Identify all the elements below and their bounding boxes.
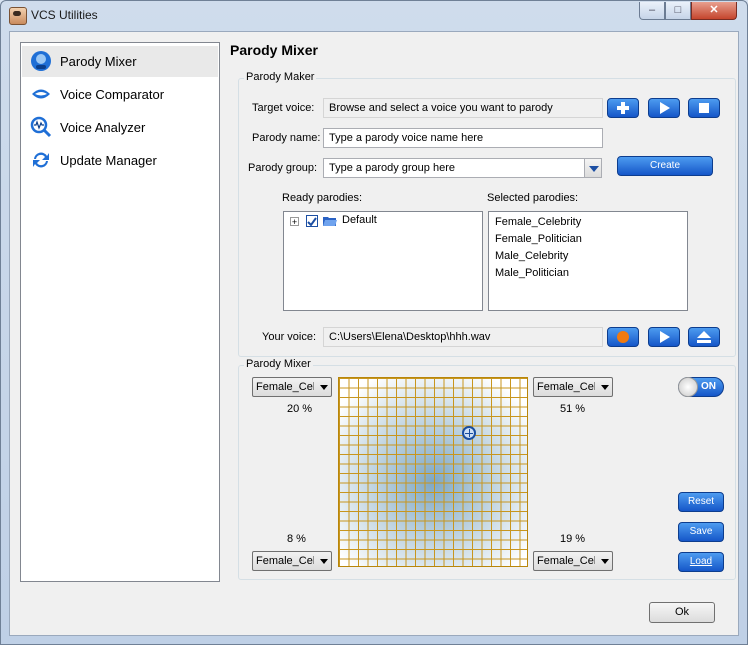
- bottom-left-percent: 8 %: [287, 533, 306, 545]
- list-item[interactable]: Female_Celebrity: [495, 216, 581, 228]
- sidebar-item-update-manager[interactable]: Update Manager: [22, 145, 218, 176]
- bottom-right-percent: 19 %: [560, 533, 586, 545]
- play-icon: [660, 102, 670, 114]
- plus-icon: [617, 102, 629, 114]
- chevron-down-icon: [601, 559, 609, 564]
- sidebar-item-label: Voice Analyzer: [60, 120, 146, 135]
- tree-expand-button[interactable]: +: [290, 217, 299, 227]
- close-button[interactable]: ✕: [691, 2, 737, 20]
- parody-maker-group-label: Parody Maker: [244, 71, 317, 83]
- maximize-button[interactable]: □: [665, 2, 691, 20]
- mixer-on-toggle[interactable]: ON: [678, 377, 724, 397]
- parody-mixer-icon: [31, 51, 51, 71]
- app-logo-icon: [9, 7, 27, 25]
- record-button[interactable]: [607, 327, 639, 347]
- bottom-right-voice-select[interactable]: Female_Celebrity: [533, 551, 613, 571]
- top-right-percent: 51 %: [560, 403, 586, 415]
- parody-name-input[interactable]: Type a parody voice name here: [323, 128, 603, 148]
- play-voice-button[interactable]: [648, 327, 680, 347]
- window-title: VCS Utilities: [31, 8, 98, 22]
- page-title: Parody Mixer: [230, 42, 318, 58]
- bottom-left-voice-value: Female_Celebrity: [256, 555, 314, 567]
- voice-analyzer-icon: [30, 116, 52, 138]
- record-icon: [617, 331, 629, 343]
- your-voice-label: Your voice:: [262, 331, 317, 343]
- list-item[interactable]: Male_Celebrity: [495, 250, 568, 262]
- eject-button[interactable]: [688, 327, 720, 347]
- top-right-voice-value: Female_Celebrity: [537, 381, 595, 393]
- your-voice-field[interactable]: C:\Users\Elena\Desktop\hhh.wav: [323, 327, 603, 347]
- selected-parodies-list[interactable]: Female_Celebrity Female_Politician Male_…: [488, 211, 688, 311]
- bottom-left-voice-select[interactable]: Female_Celebrity: [252, 551, 332, 571]
- minimize-button[interactable]: –: [639, 2, 665, 20]
- stop-icon: [699, 103, 709, 113]
- create-button[interactable]: Create: [617, 156, 713, 176]
- chevron-down-icon: [320, 385, 328, 390]
- parody-group-label: Parody group:: [248, 162, 318, 174]
- title-bar[interactable]: VCS Utilities – □ ✕: [1, 1, 747, 31]
- sidebar-item-label: Parody Mixer: [60, 54, 137, 69]
- play-icon: [660, 331, 670, 343]
- sidebar-item-voice-comparator[interactable]: Voice Comparator: [22, 79, 218, 110]
- voice-comparator-icon: [32, 89, 50, 99]
- tree-item-default[interactable]: Default: [342, 214, 377, 226]
- top-right-voice-select[interactable]: Female_Celebrity: [533, 377, 613, 397]
- chevron-down-icon: [320, 559, 328, 564]
- toggle-label: ON: [701, 381, 716, 392]
- bottom-right-voice-value: Female_Celebrity: [537, 555, 595, 567]
- ready-parodies-label: Ready parodies:: [282, 192, 363, 204]
- chevron-down-icon: [601, 385, 609, 390]
- sidebar-item-parody-mixer[interactable]: Parody Mixer: [22, 46, 218, 77]
- ready-parodies-tree[interactable]: + Default: [283, 211, 483, 311]
- top-left-voice-select[interactable]: Female_Celebrity: [252, 377, 332, 397]
- selected-parodies-label: Selected parodies:: [487, 192, 579, 204]
- mixer-grid[interactable]: [338, 377, 528, 567]
- save-button[interactable]: Save: [678, 522, 724, 542]
- client-area: Parody Mixer Voice Comparator Voice Anal…: [9, 31, 739, 636]
- stop-target-button[interactable]: [688, 98, 720, 118]
- app-window: VCS Utilities – □ ✕ Parody Mixer Voice C…: [0, 0, 748, 645]
- checkmark-icon: [307, 217, 317, 227]
- list-item[interactable]: Male_Politician: [495, 267, 569, 279]
- sidebar-item-voice-analyzer[interactable]: Voice Analyzer: [22, 112, 218, 143]
- sidebar-item-label: Voice Comparator: [60, 87, 165, 102]
- add-voice-button[interactable]: [607, 98, 639, 118]
- eject-icon: [697, 331, 711, 343]
- parody-mixer-group-label: Parody Mixer: [244, 358, 313, 370]
- parody-group-dropdown-button[interactable]: [584, 158, 602, 178]
- play-target-button[interactable]: [648, 98, 680, 118]
- parody-name-label: Parody name:: [252, 132, 321, 144]
- load-button[interactable]: Load: [678, 552, 724, 572]
- sidebar-item-label: Update Manager: [60, 153, 157, 168]
- folder-icon: [323, 217, 337, 226]
- ok-button[interactable]: Ok: [649, 602, 715, 623]
- list-item[interactable]: Female_Politician: [495, 233, 582, 245]
- top-left-voice-value: Female_Celebrity: [256, 381, 314, 393]
- reset-button[interactable]: Reset: [678, 492, 724, 512]
- update-manager-icon: [33, 152, 49, 168]
- sidebar: Parody Mixer Voice Comparator Voice Anal…: [20, 42, 220, 582]
- default-checkbox[interactable]: [306, 215, 318, 227]
- target-voice-label: Target voice:: [252, 102, 315, 114]
- toggle-knob: [678, 377, 698, 397]
- parody-group-input[interactable]: Type a parody group here: [323, 158, 585, 178]
- mixer-handle[interactable]: [462, 426, 476, 440]
- top-left-percent: 20 %: [287, 403, 313, 415]
- target-voice-field[interactable]: Browse and select a voice you want to pa…: [323, 98, 603, 118]
